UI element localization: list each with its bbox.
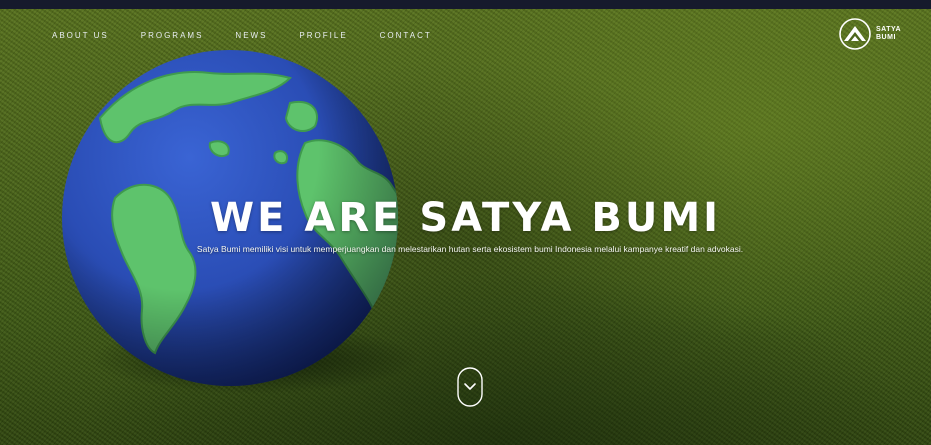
top-strip (0, 0, 931, 9)
nav-about-us[interactable]: ABOUT US (52, 31, 109, 40)
nav-news[interactable]: NEWS (235, 31, 267, 40)
scroll-down-button[interactable] (457, 367, 483, 415)
logo-line-1: SATYA (876, 26, 902, 33)
logo-line-2: BUMI (876, 34, 896, 41)
hero-section: ABOUT US PROGRAMS NEWS PROFILE CONTACT S… (0, 9, 931, 445)
mountain-circle-icon (839, 18, 871, 50)
main-nav: ABOUT US PROGRAMS NEWS PROFILE CONTACT (52, 31, 464, 40)
nav-contact[interactable]: CONTACT (380, 31, 432, 40)
nav-programs[interactable]: PROGRAMS (141, 31, 204, 40)
logo-wordmark: SATYA BUMI (876, 26, 901, 42)
hero-subtitle: Satya Bumi memiliki visi untuk memperjua… (196, 244, 744, 254)
hero-title: WE ARE SATYA BUMI (210, 195, 721, 241)
site-logo[interactable]: SATYA BUMI (838, 17, 901, 51)
nav-profile[interactable]: PROFILE (299, 31, 347, 40)
chevron-down-icon (457, 367, 483, 407)
